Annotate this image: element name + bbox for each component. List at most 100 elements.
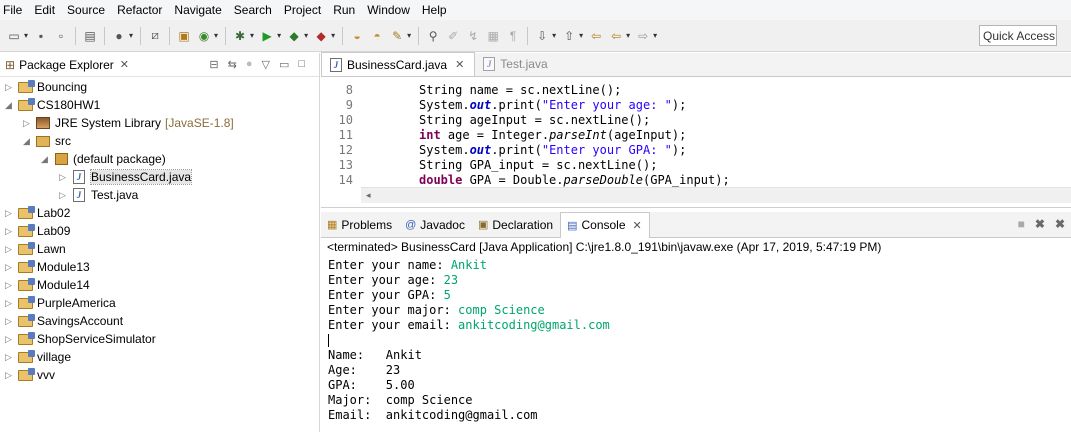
search-dropdown-icon[interactable]: ▾ xyxy=(407,31,411,40)
minimize-icon[interactable]: ▭ xyxy=(279,58,289,71)
scroll-left-icon[interactable]: ◂ xyxy=(366,190,371,200)
next-annotation-dropdown-icon[interactable]: ▾ xyxy=(552,31,556,40)
debug-icon[interactable]: ✱ xyxy=(231,27,249,45)
tree-item[interactable]: ▷ Module13 xyxy=(5,258,90,276)
tree-item[interactable]: ▷ Lab09 xyxy=(5,222,70,240)
tree-item[interactable]: ▷ PurpleAmerica xyxy=(5,294,116,312)
new-icon[interactable]: ▭ xyxy=(5,27,23,45)
collapsed-arrow-icon[interactable]: ▷ xyxy=(5,316,17,327)
next-annotation-icon[interactable]: ⇩ xyxy=(533,27,551,45)
tree-item[interactable]: ▷ vvv xyxy=(5,366,55,384)
run-dropdown-icon[interactable]: ▾ xyxy=(277,31,281,40)
new-class-dropdown-icon[interactable]: ▾ xyxy=(214,31,218,40)
terminate-icon[interactable]: ■ xyxy=(1018,217,1025,231)
tree-item[interactable]: ▷ ShopServiceSimulator xyxy=(5,330,156,348)
tree-item[interactable]: ◢ src xyxy=(23,132,71,150)
new-dropdown-icon[interactable]: ▾ xyxy=(24,31,28,40)
tree-item[interactable]: ◢ CS180HW1 xyxy=(5,96,100,114)
collapsed-arrow-icon[interactable]: ▷ xyxy=(5,298,17,309)
close-icon[interactable]: ✕ xyxy=(120,58,129,71)
tree-item[interactable]: ▷ J BusinessCard.java xyxy=(59,168,193,186)
close-icon[interactable]: ✕ xyxy=(455,58,464,71)
profile-dropdown-icon[interactable]: ▾ xyxy=(129,31,133,40)
menu-search[interactable]: Search xyxy=(228,0,278,20)
collapsed-arrow-icon[interactable]: ▷ xyxy=(5,334,17,345)
tab-declaration[interactable]: ▣ Declaration xyxy=(472,212,560,238)
search-icon[interactable]: ✎ xyxy=(388,27,406,45)
previous-annotation-icon[interactable]: ⇧ xyxy=(560,27,578,45)
external-tools-dropdown-icon[interactable]: ▾ xyxy=(331,31,335,40)
coverage-dropdown-icon[interactable]: ▾ xyxy=(304,31,308,40)
expanded-arrow-icon[interactable]: ◢ xyxy=(23,136,35,147)
focus-icon[interactable]: ● xyxy=(246,58,253,71)
package-explorer-title[interactable]: Package Explorer xyxy=(19,58,114,72)
forward-icon[interactable]: ⇨ xyxy=(634,27,652,45)
link-with-editor-icon[interactable]: ⇆ xyxy=(228,58,237,71)
collapse-all-icon[interactable]: ⊟ xyxy=(209,58,218,71)
tab-businesscard[interactable]: J BusinessCard.java ✕ xyxy=(321,52,476,76)
collapsed-arrow-icon[interactable]: ▷ xyxy=(5,370,17,381)
menu-navigate[interactable]: Navigate xyxy=(168,0,227,20)
save-icon[interactable]: ▪ xyxy=(32,27,50,45)
tab-problems[interactable]: ▦ Problems xyxy=(321,212,399,238)
quick-access-field[interactable]: Quick Access xyxy=(979,25,1057,46)
previous-annotation-dropdown-icon[interactable]: ▾ xyxy=(579,31,583,40)
show-whitespace-icon[interactable]: ¶ xyxy=(504,27,522,45)
tree-item[interactable]: ▷ J Test.java xyxy=(59,186,138,204)
save-all-icon[interactable]: ▫ xyxy=(52,27,70,45)
collapsed-arrow-icon[interactable]: ▷ xyxy=(5,244,17,255)
code-editor[interactable]: 8 String name = sc.nextLine(); 9 System.out… xyxy=(321,77,1071,192)
open-task-icon[interactable]: ◓ xyxy=(368,27,386,45)
expanded-arrow-icon[interactable]: ◢ xyxy=(5,100,17,111)
collapsed-arrow-icon[interactable]: ▷ xyxy=(5,208,17,219)
console-icon[interactable]: ▤ xyxy=(81,27,99,45)
external-tools-icon[interactable]: ◆ xyxy=(312,27,330,45)
tree-item[interactable]: ▷ Module14 xyxy=(5,276,90,294)
menu-run[interactable]: Run xyxy=(327,0,361,20)
collapsed-arrow-icon[interactable]: ▷ xyxy=(5,352,17,363)
collapsed-arrow-icon[interactable]: ▷ xyxy=(5,262,17,273)
profile-icon[interactable]: ● xyxy=(110,27,128,45)
tree-item[interactable]: ◢ (default package) xyxy=(41,150,166,168)
tab-console[interactable]: ▤ Console ✕ xyxy=(560,211,650,238)
tree-item[interactable]: ▷ Lab02 xyxy=(5,204,70,222)
close-icon[interactable]: ✕ xyxy=(633,219,642,232)
horizontal-scrollbar[interactable]: ◂ xyxy=(361,187,1071,203)
new-class-icon[interactable]: ◉ xyxy=(195,27,213,45)
collapsed-arrow-icon[interactable]: ▷ xyxy=(5,280,17,291)
menu-edit[interactable]: Edit xyxy=(28,0,61,20)
annotation-icon[interactable]: ⚲ xyxy=(424,27,442,45)
tree-item[interactable]: ▷ JRE System Library [JavaSE-1.8] xyxy=(23,114,234,132)
collapsed-arrow-icon[interactable]: ▷ xyxy=(59,190,71,201)
menu-project[interactable]: Project xyxy=(278,0,327,20)
new-package-icon[interactable]: ▣ xyxy=(175,27,193,45)
collapsed-arrow-icon[interactable]: ▷ xyxy=(23,118,35,129)
collapsed-arrow-icon[interactable]: ▷ xyxy=(59,172,71,183)
mark-occurrences-icon[interactable]: ✐ xyxy=(444,27,462,45)
run-icon[interactable]: ▶ xyxy=(258,27,276,45)
tree-item[interactable]: ▷ Lawn xyxy=(5,240,66,258)
collapsed-arrow-icon[interactable]: ▷ xyxy=(5,82,17,93)
menu-file[interactable]: File xyxy=(0,0,28,20)
block-selection-icon[interactable]: ▦ xyxy=(484,27,502,45)
word-wrap-icon[interactable]: ↯ xyxy=(464,27,482,45)
maximize-icon[interactable]: □ xyxy=(298,58,305,71)
skip-breakpoints-icon[interactable]: ⧄ xyxy=(146,27,164,45)
back-dropdown-icon[interactable]: ▾ xyxy=(626,31,630,40)
collapsed-arrow-icon[interactable]: ▷ xyxy=(5,226,17,237)
menu-refactor[interactable]: Refactor xyxy=(111,0,168,20)
last-edit-icon[interactable]: ⇦ xyxy=(587,27,605,45)
back-icon[interactable]: ⇦ xyxy=(607,27,625,45)
menu-help[interactable]: Help xyxy=(416,0,453,20)
menu-source[interactable]: Source xyxy=(61,0,111,20)
debug-dropdown-icon[interactable]: ▾ xyxy=(250,31,254,40)
tree-item[interactable]: ▷ Bouncing xyxy=(5,78,87,96)
remove-launch-icon[interactable]: ✖ xyxy=(1035,217,1045,231)
open-type-icon[interactable]: ◒ xyxy=(348,27,366,45)
expanded-arrow-icon[interactable]: ◢ xyxy=(41,154,53,165)
tab-javadoc[interactable]: @ Javadoc xyxy=(399,212,472,238)
view-menu-icon[interactable]: ▽ xyxy=(261,58,269,71)
tree-item[interactable]: ▷ village xyxy=(5,348,71,366)
menu-window[interactable]: Window xyxy=(361,0,416,20)
console-output[interactable]: Enter your name: Ankit Enter your age: 23… xyxy=(328,258,610,423)
